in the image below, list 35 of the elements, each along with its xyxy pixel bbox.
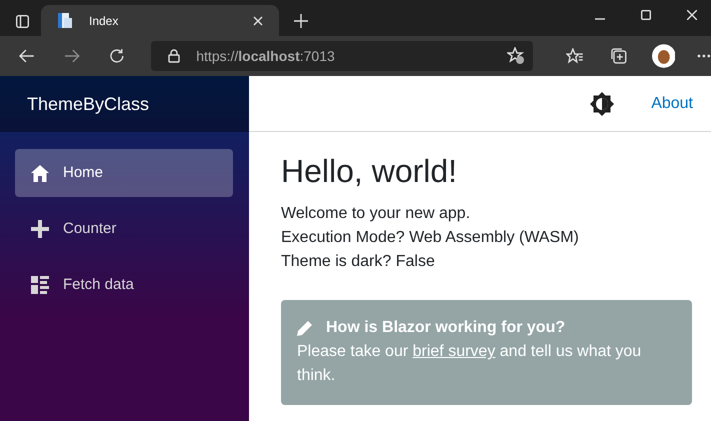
theme-toggle-icon[interactable] bbox=[590, 92, 614, 116]
body-text: Theme is dark? False bbox=[281, 252, 435, 272]
browser-tab[interactable]: Index bbox=[41, 5, 279, 36]
lock-icon bbox=[168, 49, 180, 63]
close-icon[interactable] bbox=[253, 16, 263, 26]
pencil-icon bbox=[297, 320, 313, 336]
nav-item[interactable]: Counter bbox=[15, 205, 233, 253]
tab-title: Index bbox=[89, 12, 120, 30]
body-text: Welcome to your new app. bbox=[281, 204, 470, 224]
home-icon bbox=[31, 164, 49, 182]
add-favorite-icon[interactable] bbox=[507, 47, 526, 65]
plus-icon bbox=[31, 220, 49, 238]
tab-actions-icon[interactable] bbox=[16, 15, 29, 28]
address-bar[interactable]: https://localhost:7013 bbox=[151, 41, 534, 71]
minimize-icon[interactable] bbox=[595, 18, 605, 20]
new-tab-icon[interactable] bbox=[294, 14, 308, 28]
favorites-icon[interactable] bbox=[566, 48, 584, 64]
page-heading: Hello, world! bbox=[281, 152, 458, 190]
about-link[interactable]: About bbox=[651, 92, 693, 116]
maximize-icon[interactable] bbox=[641, 10, 651, 20]
reload-icon[interactable] bbox=[108, 48, 124, 64]
back-icon[interactable] bbox=[19, 49, 35, 63]
close-icon[interactable] bbox=[687, 10, 697, 20]
survey-title: How is Blazor working for you? bbox=[326, 318, 566, 338]
collections-icon[interactable] bbox=[610, 47, 628, 65]
more-icon[interactable] bbox=[697, 54, 711, 58]
url-text: https://localhost:7013 bbox=[196, 46, 336, 66]
list-icon bbox=[31, 276, 49, 294]
nav-item[interactable]: Fetch data bbox=[15, 261, 233, 309]
survey-text: Please take our brief survey and tell us what you think. bbox=[297, 342, 642, 386]
profile-avatar[interactable] bbox=[652, 44, 676, 68]
body-text: Execution Mode? Web Assembly (WASM) bbox=[281, 228, 579, 248]
nav-item[interactable]: Home bbox=[15, 149, 233, 197]
page-icon bbox=[57, 12, 73, 29]
forward-icon[interactable] bbox=[64, 49, 80, 63]
